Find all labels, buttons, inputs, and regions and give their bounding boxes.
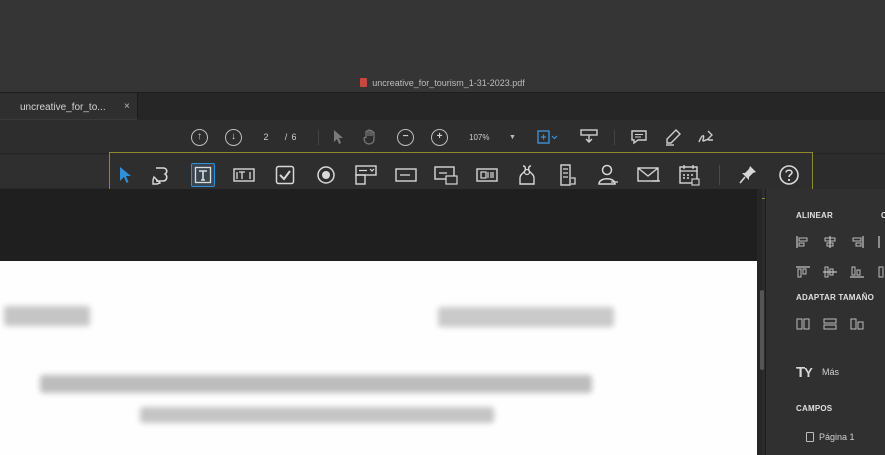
- tab-close-icon[interactable]: ×: [124, 101, 130, 112]
- page-up-icon[interactable]: ↑: [191, 128, 208, 146]
- fields-page-item[interactable]: Página 1: [819, 432, 855, 442]
- hand-pan-icon[interactable]: [361, 128, 379, 146]
- checkbox-icon[interactable]: [273, 163, 297, 187]
- window-title: uncreative_for_tourism_1-31-2023.pdf: [0, 78, 885, 88]
- date-field-icon[interactable]: [677, 163, 701, 187]
- select-arrow-icon[interactable]: [113, 163, 137, 187]
- align-right-icon[interactable]: [850, 236, 864, 248]
- list-box-icon[interactable]: [354, 163, 378, 187]
- blurred-header-right: [438, 307, 614, 327]
- zoom-out-icon[interactable]: −: [397, 128, 414, 146]
- align-left-icon[interactable]: [796, 236, 810, 248]
- sign-icon[interactable]: [697, 128, 715, 146]
- pdf-page-preview: [0, 261, 757, 455]
- mail-field-icon[interactable]: [637, 163, 661, 187]
- window-titlebar: uncreative_for_tourism_1-31-2023.pdf: [0, 0, 885, 92]
- align-center-icon[interactable]: [823, 236, 837, 248]
- stamp-icon[interactable]: [580, 128, 598, 146]
- pin-icon[interactable]: [736, 163, 760, 187]
- fit-size-heading: ADAPTAR TAMAÑO: [796, 293, 875, 302]
- image-field-icon[interactable]: [475, 163, 499, 187]
- dropdown-field-icon[interactable]: [394, 163, 418, 187]
- edit-fields-icon[interactable]: [150, 163, 174, 187]
- help-icon[interactable]: [777, 163, 801, 187]
- align-bottom-icon[interactable]: [850, 266, 864, 278]
- signature-field-icon[interactable]: [596, 163, 620, 187]
- zoom-dropdown-caret-icon[interactable]: ▼: [509, 128, 516, 146]
- match-both-icon[interactable]: [850, 318, 864, 330]
- text-field-icon[interactable]: [191, 163, 215, 187]
- tab-bar: uncreative_for_to... ×: [0, 92, 885, 121]
- toolbar-divider: [614, 130, 615, 145]
- barcode-field-icon[interactable]: [515, 163, 539, 187]
- page-total: 6: [291, 132, 297, 142]
- document-field-icon[interactable]: [556, 163, 580, 187]
- window-title-text: uncreative_for_tourism_1-31-2023.pdf: [372, 78, 525, 88]
- align-heading: ALINEAR: [796, 211, 833, 220]
- highlight-pen-icon[interactable]: [664, 128, 682, 146]
- select-cursor-icon[interactable]: [332, 128, 344, 146]
- left-toolbar-strip: [0, 155, 110, 189]
- match-height-icon[interactable]: [823, 318, 837, 330]
- main-toolbar: ↑ ↓ 2 / 6 − + 107% ▼: [0, 120, 885, 154]
- radio-button-icon[interactable]: [314, 163, 338, 187]
- more-label[interactable]: Más: [822, 367, 839, 377]
- blurred-text-line: [140, 407, 494, 423]
- form-toolbar-divider: [719, 165, 720, 185]
- match-width-icon[interactable]: [796, 318, 810, 330]
- align-middle-icon[interactable]: [823, 266, 837, 278]
- document-tab[interactable]: uncreative_for_to... ×: [0, 93, 138, 121]
- document-canvas-margin: [0, 189, 757, 261]
- align-cut-icon[interactable]: [878, 236, 885, 248]
- button-field-icon[interactable]: [434, 163, 458, 187]
- text-box-icon[interactable]: [232, 163, 256, 187]
- zoom-level-display[interactable]: 107%: [469, 128, 489, 146]
- vertical-scrollbar[interactable]: [760, 290, 764, 370]
- blurred-text-line: [40, 375, 592, 393]
- page-separator: /: [284, 132, 288, 142]
- page-down-icon[interactable]: ↓: [225, 128, 242, 146]
- comment-icon[interactable]: [630, 128, 648, 146]
- zoom-in-icon[interactable]: +: [431, 128, 448, 146]
- document-tab-label: uncreative_for_to...: [20, 102, 106, 113]
- panel-cut-heading: C: [881, 211, 885, 220]
- toolbar-divider: [318, 130, 319, 145]
- right-properties-panel: ALINEAR C ADAPTAR TAMAÑO TY Más CAMPOS P…: [765, 189, 885, 455]
- align-top-icon[interactable]: [796, 266, 810, 278]
- pdf-file-icon: [360, 78, 368, 87]
- blurred-header-left: [4, 306, 90, 326]
- align-cut-icon[interactable]: [878, 266, 885, 278]
- more-tools-icon[interactable]: TY: [796, 364, 813, 381]
- page-number-input[interactable]: 2: [262, 128, 270, 146]
- fit-page-icon[interactable]: [537, 128, 559, 146]
- fields-heading: CAMPOS: [796, 404, 833, 413]
- page-icon: [806, 432, 814, 442]
